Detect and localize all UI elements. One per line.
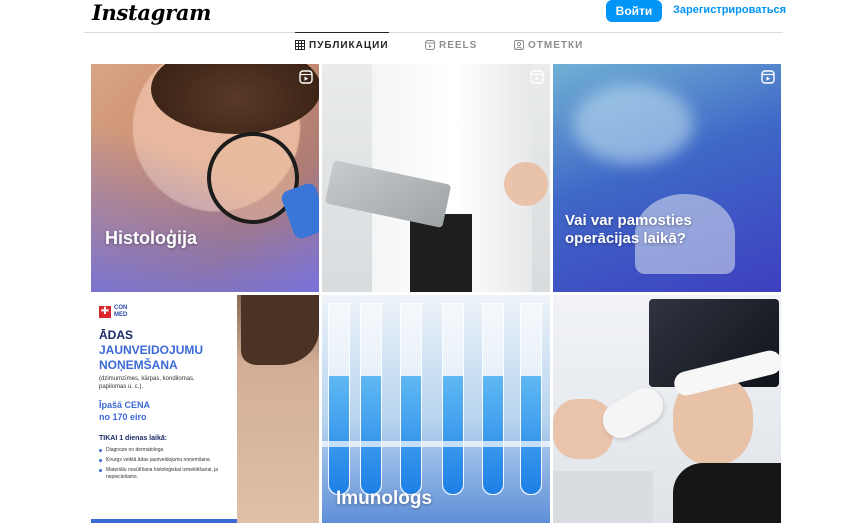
flyer-list-item: Ķirurgs veiktā ādas jaunveidojumu noņemš… bbox=[99, 457, 229, 464]
post-image-detail bbox=[573, 84, 693, 164]
tab-tagged[interactable]: ОТМЕТКИ bbox=[514, 33, 583, 57]
flyer-title-line: ĀDAS bbox=[99, 328, 134, 342]
flyer-only-label: TIKAI 1 dienas laikā: bbox=[99, 435, 168, 442]
signup-link[interactable]: Зарегистрироваться bbox=[673, 4, 786, 16]
tube-liquid bbox=[401, 376, 421, 494]
test-tube-image bbox=[482, 303, 504, 495]
post-tile[interactable] bbox=[553, 295, 781, 523]
post-caption: Histoloģija bbox=[105, 228, 198, 248]
tube-liquid bbox=[329, 376, 349, 494]
post-image-detail bbox=[504, 162, 548, 206]
test-tube-image bbox=[400, 303, 422, 495]
clinic-logo: ✚ CON MED bbox=[99, 305, 134, 319]
flyer-price: Īpašā CENA no 170 eiro bbox=[99, 399, 150, 423]
test-tube-image bbox=[520, 303, 542, 495]
flyer-list: Diagnoze no dermatologa Ķirurgs veiktā ā… bbox=[99, 447, 229, 484]
tube-rack bbox=[322, 441, 550, 447]
tube-liquid bbox=[521, 376, 541, 494]
grid-icon bbox=[295, 40, 305, 50]
post-image-detail bbox=[553, 399, 613, 459]
flyer-price-value: no 170 eiro bbox=[99, 412, 147, 422]
top-bar: Instagram Войти Зарегистрироваться bbox=[0, 0, 867, 32]
test-tube-image bbox=[328, 303, 350, 495]
post-tile[interactable]: Histoloģija bbox=[91, 64, 319, 292]
post-image-detail bbox=[241, 295, 319, 365]
tab-reels-label: REELS bbox=[439, 39, 478, 51]
flyer-title-line: NOŅEMŠANA bbox=[99, 358, 178, 372]
reel-icon bbox=[530, 70, 544, 84]
flyer-subtitle: (dzimumzīmes, kārpas, kondilomas, papilo… bbox=[99, 376, 195, 390]
post-image-detail bbox=[553, 471, 653, 523]
post-tile[interactable]: Imunologs bbox=[322, 295, 550, 523]
tube-liquid bbox=[443, 376, 463, 494]
reel-icon bbox=[761, 70, 775, 84]
instagram-logo[interactable]: Instagram bbox=[92, 0, 211, 25]
post-tile[interactable]: Vai var pamosties operācijas laikā? bbox=[553, 64, 781, 292]
flyer-title-line: JAUNVEIDOJUMU bbox=[99, 343, 204, 357]
reel-icon bbox=[299, 70, 313, 84]
tube-liquid bbox=[361, 376, 381, 494]
profile-tabs: ПУБЛИКАЦИИ REELS ОТМЕТКИ bbox=[0, 32, 867, 57]
post-caption: Vai var pamosties operācijas laikā? bbox=[565, 212, 692, 247]
posts-grid: Histoloģija Vai var pamosties operācijas… bbox=[91, 64, 781, 524]
post-tile[interactable]: ✚ CON MED ĀDAS JAUNVEIDOJUMU NOŅEMŠANA (… bbox=[91, 295, 319, 523]
post-image-detail bbox=[673, 463, 781, 523]
post-tile[interactable] bbox=[322, 64, 550, 292]
test-tube-image bbox=[442, 303, 464, 495]
test-tube-image bbox=[360, 303, 382, 495]
tab-reels[interactable]: REELS bbox=[425, 33, 477, 57]
cross-icon: ✚ bbox=[99, 306, 111, 318]
flyer-list-item: Materiālu nosūtīšana histoloģiskai izmek… bbox=[99, 467, 229, 481]
flyer-list-item: Diagnoze no dermatologa bbox=[99, 447, 229, 454]
clinic-name: CON MED bbox=[114, 305, 128, 318]
tagged-icon bbox=[514, 40, 524, 50]
tab-posts-label: ПУБЛИКАЦИИ bbox=[309, 39, 389, 51]
flyer-bar bbox=[91, 519, 237, 523]
flyer-title: ĀDAS JAUNVEIDOJUMU NOŅEMŠANA bbox=[99, 328, 239, 373]
reels-icon bbox=[425, 40, 435, 50]
tube-liquid bbox=[483, 376, 503, 494]
tab-posts[interactable]: ПУБЛИКАЦИИ bbox=[295, 32, 389, 57]
login-button[interactable]: Войти bbox=[606, 0, 662, 22]
flyer-price-label: Īpašā CENA bbox=[99, 400, 151, 410]
post-caption: Imunologs bbox=[336, 488, 433, 509]
tab-tagged-label: ОТМЕТКИ bbox=[528, 39, 584, 51]
